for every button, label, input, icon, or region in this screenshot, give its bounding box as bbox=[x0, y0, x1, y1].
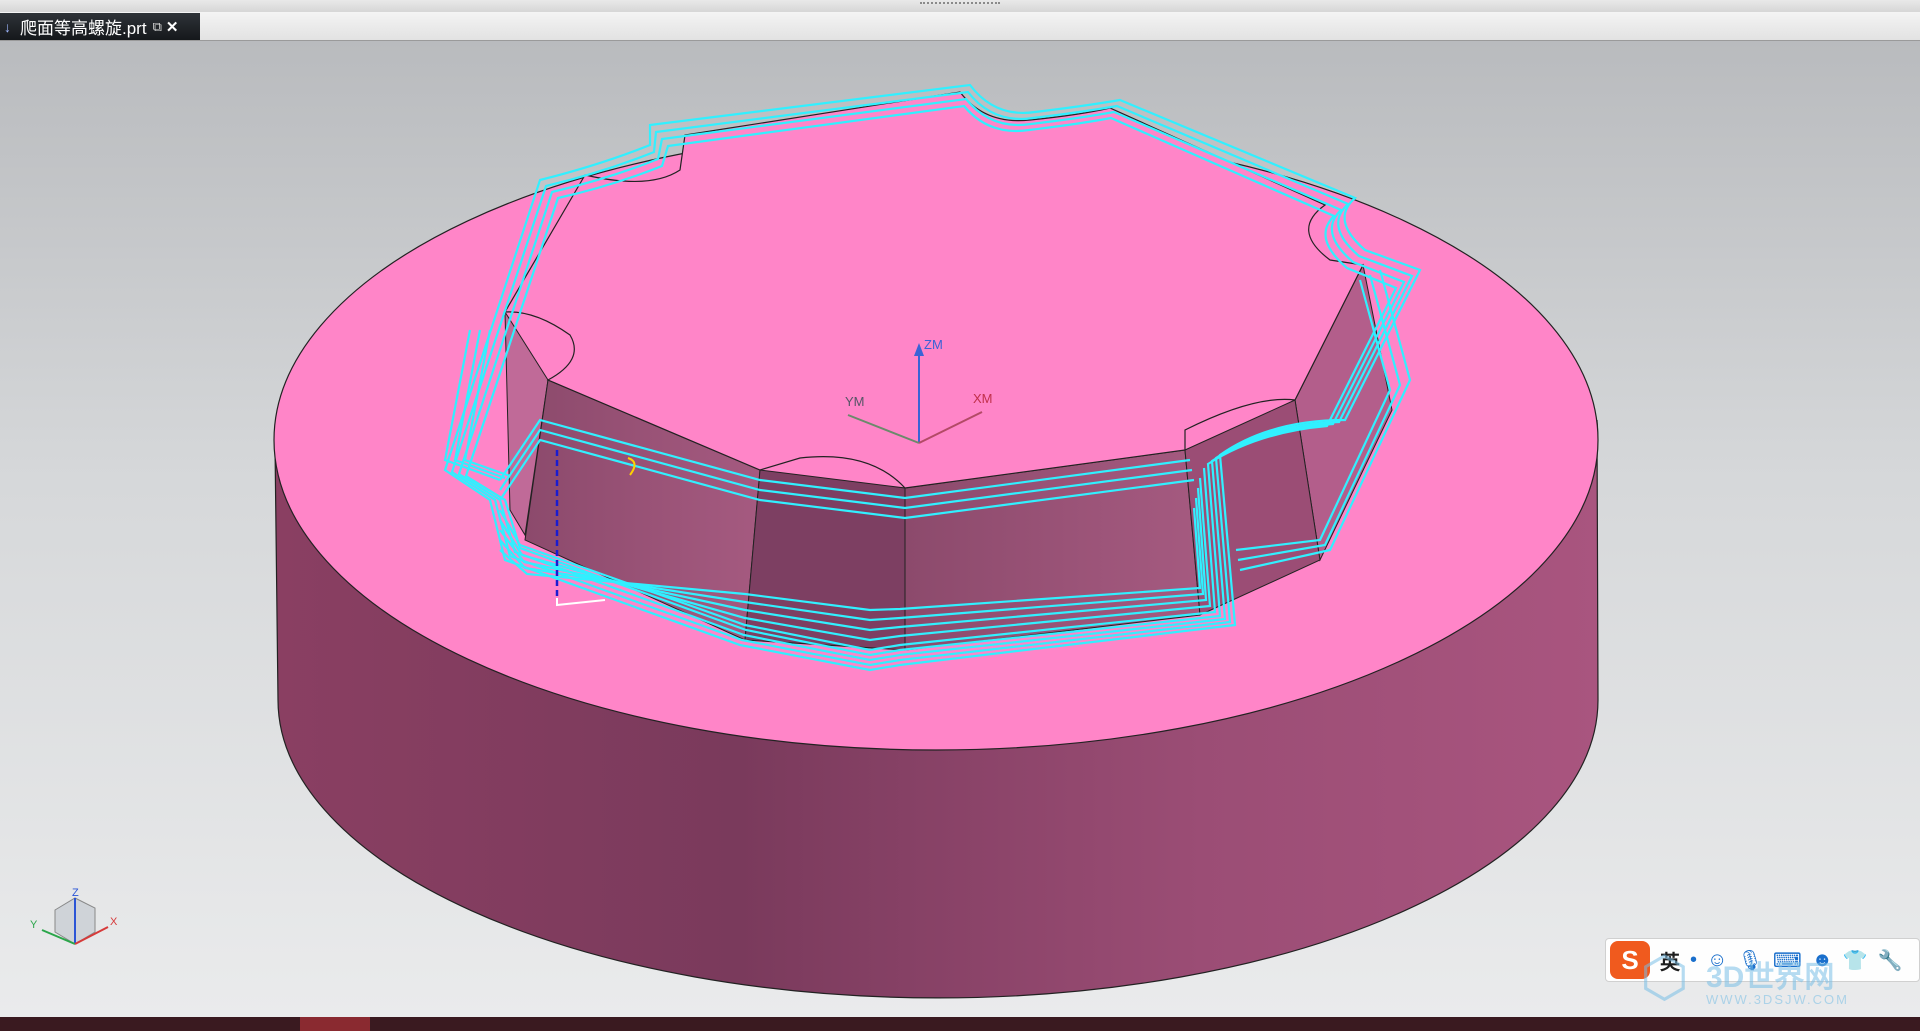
wrench-icon[interactable]: 🔧 bbox=[1878, 948, 1903, 973]
wcs-x-label: XM bbox=[973, 391, 993, 406]
wcs-z-label: ZM bbox=[924, 337, 943, 352]
document-tab[interactable]: ↓ 爬面等高螺旋.prt ⧉ ✕ bbox=[0, 13, 200, 40]
emoji-icon[interactable]: ☺ bbox=[1707, 949, 1727, 972]
triad-x-label: X bbox=[110, 916, 118, 928]
status-bar bbox=[0, 1017, 1920, 1031]
user-icon[interactable]: ☻ bbox=[1812, 949, 1833, 972]
document-tab-title: 爬面等高螺旋.prt bbox=[20, 19, 147, 38]
mic-icon[interactable]: 🎙 bbox=[1737, 948, 1762, 973]
undock-icon[interactable]: ⧉ bbox=[153, 19, 162, 35]
graphics-window[interactable]: ZM YM XM Z Y X bbox=[0, 41, 1920, 1017]
ime-toolbar[interactable]: S 英 • ☺ 🎙 ⌨ ☻ 👕 🔧 bbox=[1605, 938, 1920, 982]
view-triad[interactable]: Z Y X bbox=[30, 887, 118, 945]
sogou-logo-icon[interactable]: S bbox=[1610, 941, 1650, 979]
triad-y-label: Y bbox=[30, 919, 38, 931]
wcs-y-label: YM bbox=[845, 394, 865, 409]
status-segment bbox=[300, 1017, 370, 1031]
ime-language-toggle[interactable]: 英 bbox=[1660, 946, 1680, 975]
keyboard-icon[interactable]: ⌨ bbox=[1773, 948, 1802, 973]
close-icon[interactable]: ✕ bbox=[166, 18, 179, 36]
pin-icon[interactable]: ↓ bbox=[4, 19, 20, 35]
triad-z-label: Z bbox=[72, 887, 79, 899]
shirt-icon[interactable]: 👕 bbox=[1843, 948, 1868, 973]
toolbar-grip-handle[interactable] bbox=[920, 2, 1000, 10]
document-tab-bar: ↓ 爬面等高螺旋.prt ⧉ ✕ bbox=[0, 12, 1920, 41]
dot-icon[interactable]: • bbox=[1690, 949, 1697, 972]
model-scene: ZM YM XM Z Y X bbox=[30, 83, 1599, 999]
